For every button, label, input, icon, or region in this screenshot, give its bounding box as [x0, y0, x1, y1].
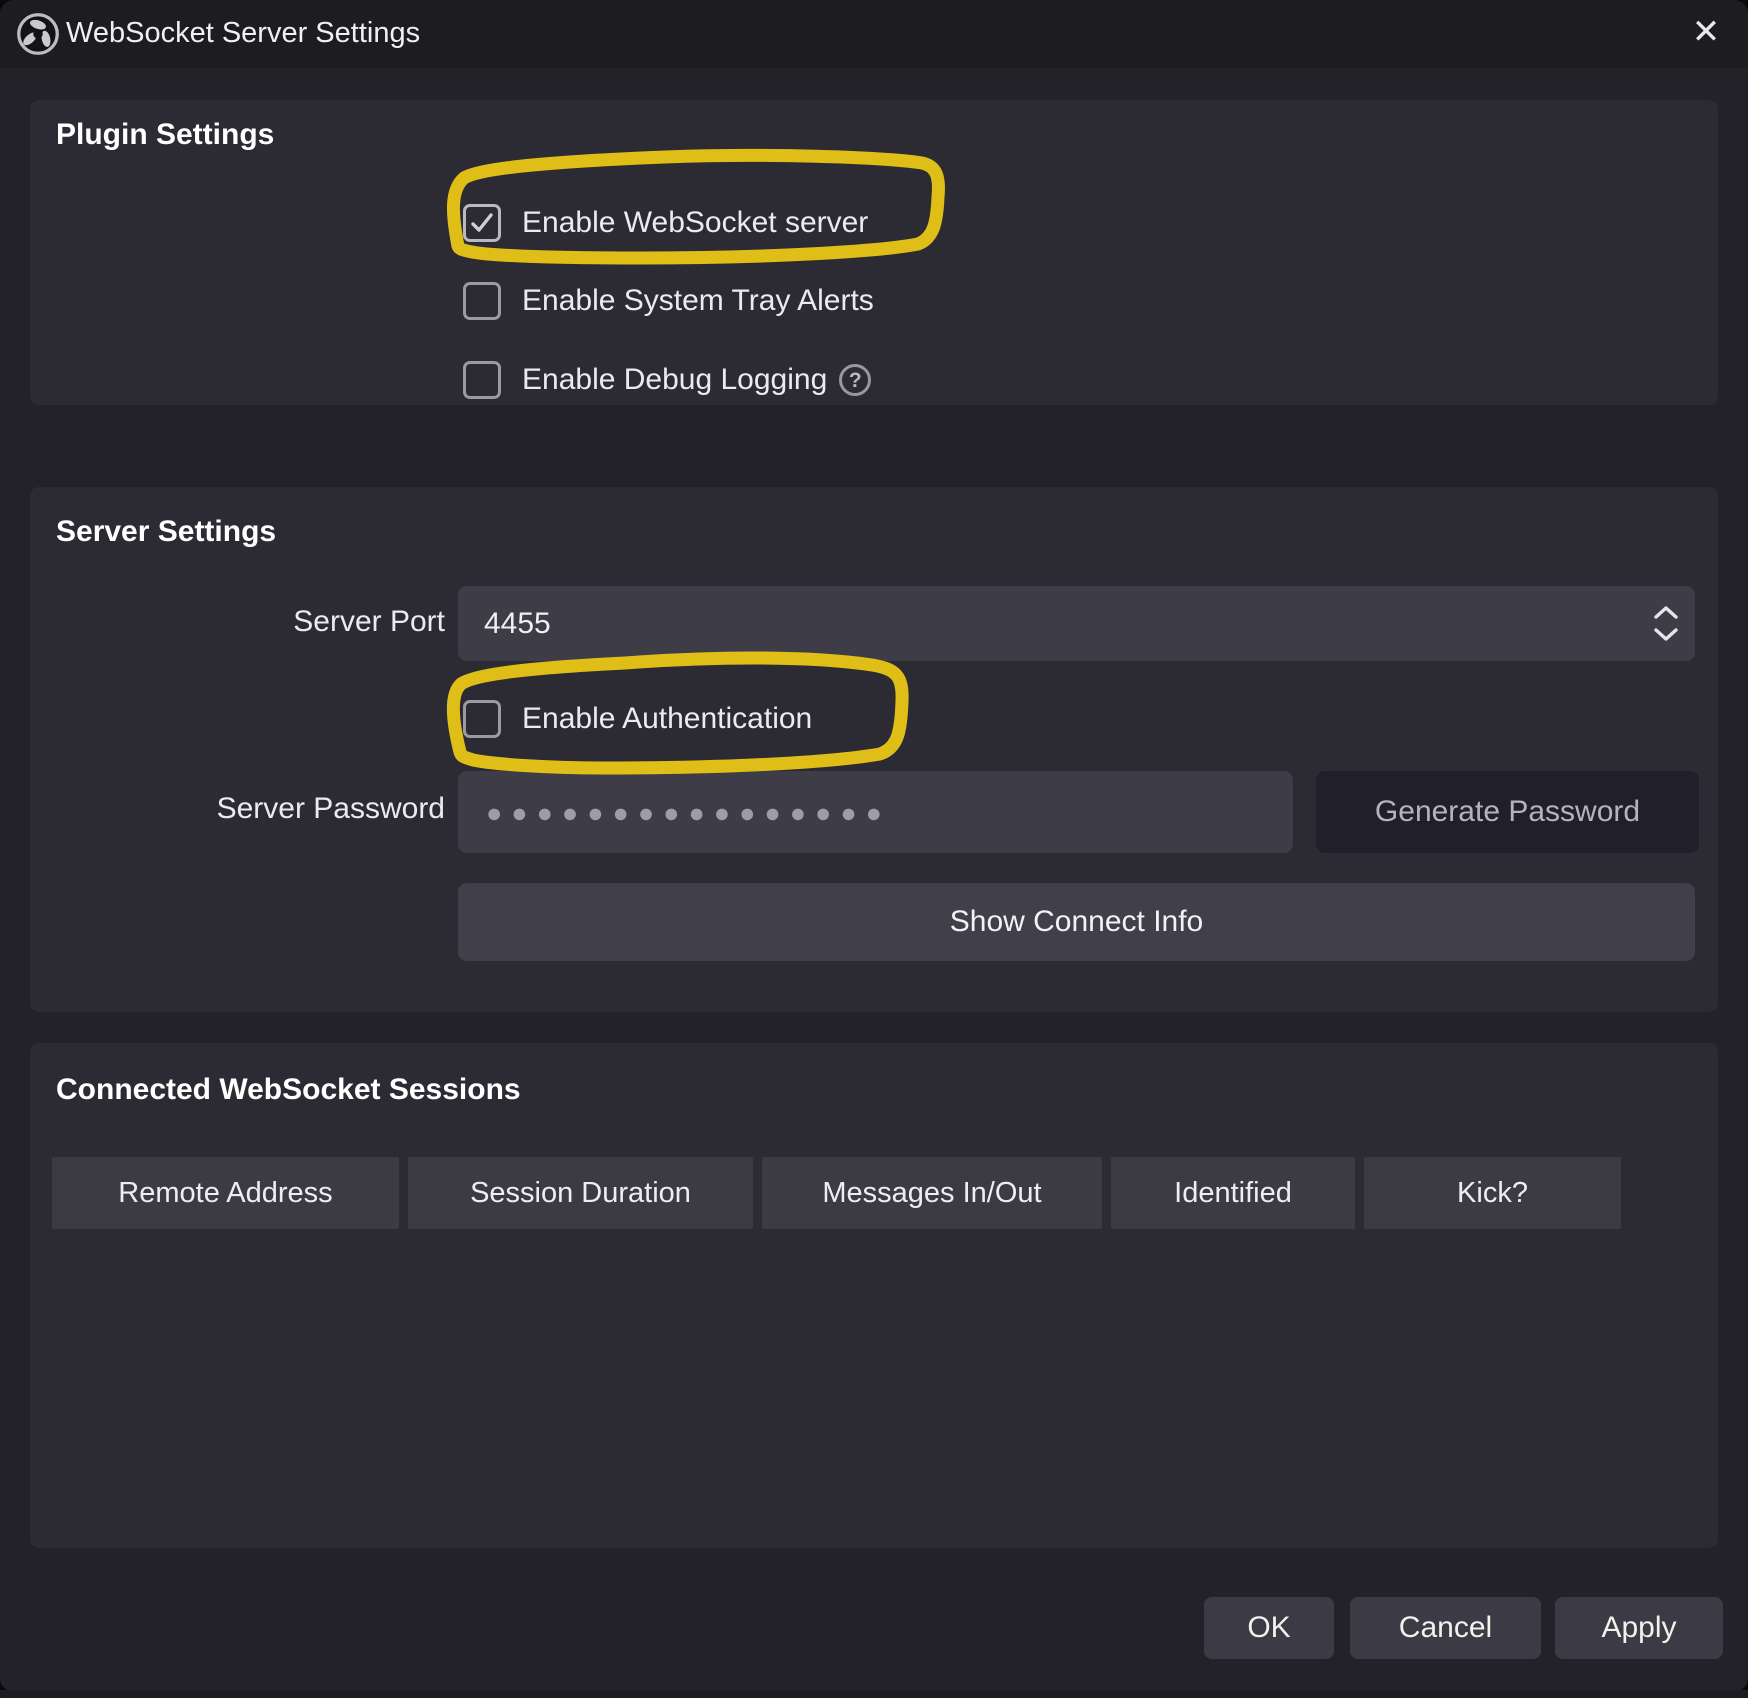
spin-up-icon[interactable] — [1653, 606, 1679, 619]
server-password-input[interactable]: ●●●●●●●●●●●●●●●● — [458, 771, 1293, 853]
titlebar[interactable]: WebSocket Server Settings ✕ — [0, 0, 1748, 68]
sessions-table-header: Remote Address Session Duration Messages… — [52, 1157, 1621, 1229]
help-icon[interactable]: ? — [839, 364, 871, 396]
ok-button[interactable]: OK — [1204, 1597, 1334, 1659]
obs-logo-icon — [16, 12, 60, 56]
enable-debug-logging-checkbox[interactable] — [463, 361, 501, 399]
checkmark-icon — [469, 210, 495, 236]
enable-authentication-label: Enable Authentication — [522, 702, 812, 736]
enable-authentication-row: Enable Authentication — [463, 700, 812, 738]
screen: WebSocket Server Settings ✕ Plugin Setti… — [0, 0, 1748, 1698]
enable-system-tray-alerts-label: Enable System Tray Alerts — [522, 284, 874, 318]
enable-websocket-server-checkbox[interactable] — [463, 204, 501, 242]
apply-button[interactable]: Apply — [1555, 1597, 1723, 1659]
server-settings-title: Server Settings — [56, 515, 276, 549]
websocket-server-settings-dialog: WebSocket Server Settings ✕ Plugin Setti… — [0, 0, 1748, 1692]
enable-websocket-server-row: Enable WebSocket server — [463, 204, 868, 242]
connected-sessions-title: Connected WebSocket Sessions — [56, 1073, 521, 1107]
background-strip — [0, 1690, 1748, 1698]
column-header-kick[interactable]: Kick? — [1364, 1157, 1621, 1229]
plugin-settings-title: Plugin Settings — [56, 118, 274, 152]
plugin-settings-group: Plugin Settings — [30, 100, 1718, 405]
enable-authentication-checkbox[interactable] — [463, 700, 501, 738]
server-port-value: 4455 — [484, 607, 551, 640]
spin-down-icon[interactable] — [1653, 628, 1679, 641]
enable-system-tray-alerts-checkbox[interactable] — [463, 282, 501, 320]
enable-debug-logging-label: Enable Debug Logging — [522, 363, 827, 397]
enable-websocket-server-label: Enable WebSocket server — [522, 206, 868, 240]
close-icon[interactable]: ✕ — [1678, 0, 1734, 68]
window-title: WebSocket Server Settings — [66, 0, 420, 68]
column-header-messages-in-out[interactable]: Messages In/Out — [762, 1157, 1102, 1229]
enable-debug-logging-row: Enable Debug Logging ? — [463, 361, 871, 399]
enable-system-tray-alerts-row: Enable System Tray Alerts — [463, 282, 874, 320]
show-connect-info-button[interactable]: Show Connect Info — [458, 883, 1695, 961]
spinner-controls — [1653, 586, 1679, 661]
column-header-remote-address[interactable]: Remote Address — [52, 1157, 399, 1229]
server-port-label: Server Port — [100, 605, 445, 639]
column-header-identified[interactable]: Identified — [1111, 1157, 1355, 1229]
generate-password-button[interactable]: Generate Password — [1316, 771, 1699, 853]
server-port-input[interactable]: 4455 — [458, 586, 1695, 661]
cancel-button[interactable]: Cancel — [1350, 1597, 1541, 1659]
server-password-label: Server Password — [100, 792, 445, 826]
column-header-session-duration[interactable]: Session Duration — [408, 1157, 753, 1229]
connected-sessions-group: Connected WebSocket Sessions Remote Addr… — [30, 1043, 1718, 1548]
